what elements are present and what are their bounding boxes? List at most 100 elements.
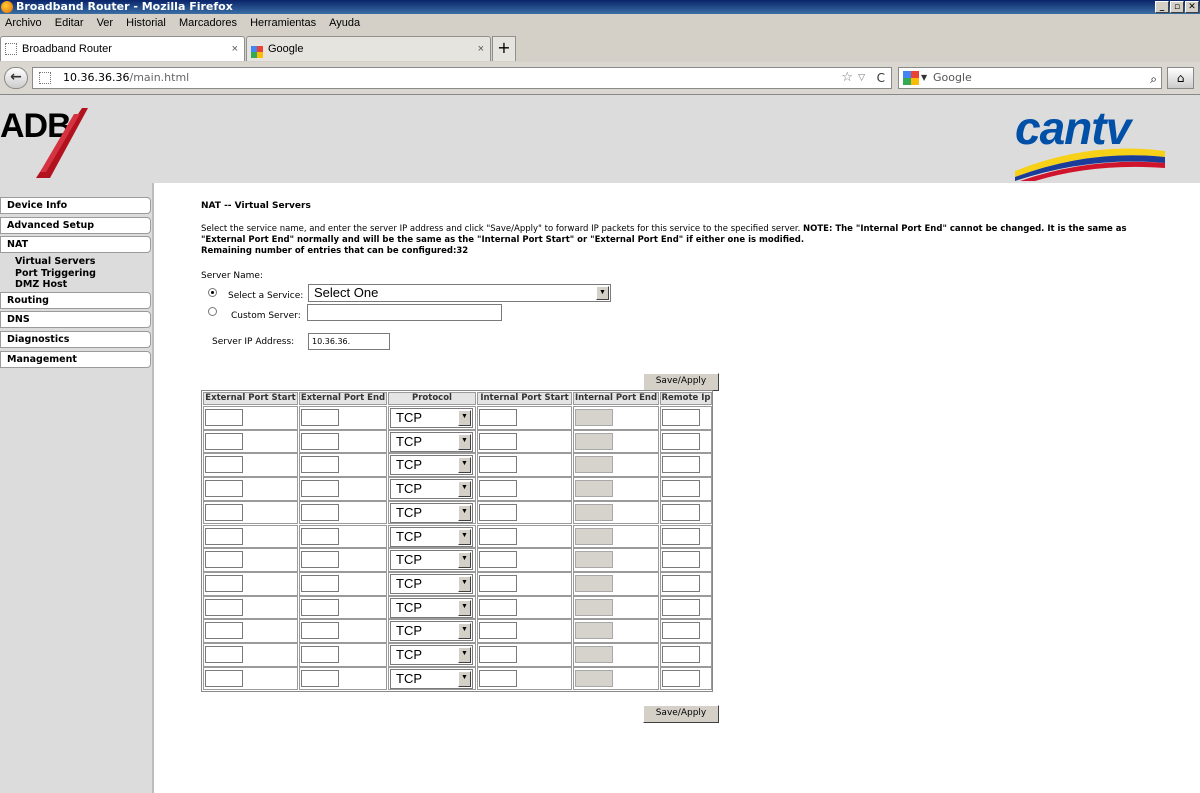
service-select[interactable]: Select One ▼ <box>308 284 611 302</box>
save-apply-button-bottom[interactable]: Save/Apply <box>643 705 719 723</box>
minimize-button[interactable]: _ <box>1155 1 1169 13</box>
remote-ip-input[interactable] <box>662 574 700 592</box>
internal-port-start-input[interactable] <box>479 480 517 498</box>
sidebar-subitem-dmz-host[interactable]: DMZ Host <box>15 279 67 290</box>
url-bar[interactable]: 10.36.36.36/main.html ☆ ▽ C <box>32 67 892 89</box>
home-button[interactable]: ⌂ <box>1167 67 1194 89</box>
external-port-end-input[interactable] <box>301 598 339 616</box>
search-engine-dropdown-icon[interactable]: ▼ <box>921 68 927 88</box>
search-icon[interactable]: ⌕ <box>1150 69 1157 89</box>
external-port-end-input[interactable] <box>301 646 339 663</box>
protocol-select[interactable]: TCP ▼ <box>390 573 473 594</box>
external-port-end-input[interactable] <box>301 503 339 521</box>
sidebar-item-device-info[interactable]: Device Info <box>0 197 151 214</box>
remote-ip-input[interactable] <box>662 432 700 450</box>
protocol-select[interactable]: TCP ▼ <box>390 408 473 428</box>
external-port-end-input[interactable] <box>301 527 339 545</box>
custom-server-radio[interactable] <box>208 307 217 316</box>
external-port-start-input[interactable] <box>205 669 243 687</box>
remote-ip-input[interactable] <box>662 480 700 498</box>
bookmark-star-icon[interactable]: ☆ <box>841 68 853 88</box>
menu-archivo[interactable]: Archivo <box>0 14 47 33</box>
protocol-select[interactable]: TCP ▼ <box>390 645 473 665</box>
remote-ip-input[interactable] <box>662 551 700 569</box>
internal-port-start-input[interactable] <box>479 598 517 616</box>
menu-historial[interactable]: Historial <box>121 14 171 33</box>
external-port-start-input[interactable] <box>205 574 243 592</box>
external-port-end-input[interactable] <box>301 432 339 450</box>
remote-ip-input[interactable] <box>662 598 700 616</box>
external-port-end-input[interactable] <box>301 574 339 592</box>
protocol-select[interactable]: TCP ▼ <box>390 479 473 500</box>
menu-editar[interactable]: Editar <box>50 14 89 33</box>
menu-herramientas[interactable]: Herramientas <box>245 14 321 33</box>
external-port-start-input[interactable] <box>205 503 243 521</box>
external-port-start-input[interactable] <box>205 622 243 640</box>
external-port-start-input[interactable] <box>205 409 243 426</box>
reload-icon[interactable]: C <box>877 68 885 88</box>
internal-port-start-input[interactable] <box>479 432 517 450</box>
external-port-end-input[interactable] <box>301 409 339 426</box>
close-window-button[interactable]: ✕ <box>1185 1 1199 13</box>
protocol-select[interactable]: TCP ▼ <box>390 502 473 523</box>
internal-port-start-input[interactable] <box>479 456 517 474</box>
select-service-radio[interactable] <box>208 288 217 297</box>
history-dropdown-icon[interactable]: ▽ <box>858 68 865 88</box>
remote-ip-input[interactable] <box>662 503 700 521</box>
external-port-start-input[interactable] <box>205 527 243 545</box>
external-port-start-input[interactable] <box>205 551 243 569</box>
sidebar-item-nat[interactable]: NAT <box>0 236 151 253</box>
internal-port-start-input[interactable] <box>479 622 517 640</box>
sidebar-item-advanced-setup[interactable]: Advanced Setup <box>0 217 151 234</box>
sidebar-item-management[interactable]: Management <box>0 351 151 368</box>
internal-port-start-input[interactable] <box>479 503 517 521</box>
tab-broadband-router[interactable]: Broadband Router × <box>0 36 245 61</box>
internal-port-start-input[interactable] <box>479 409 517 426</box>
external-port-start-input[interactable] <box>205 646 243 663</box>
external-port-start-input[interactable] <box>205 480 243 498</box>
new-tab-button[interactable]: + <box>492 36 516 61</box>
external-port-start-input[interactable] <box>205 432 243 450</box>
remote-ip-input[interactable] <box>662 409 700 426</box>
external-port-end-input[interactable] <box>301 669 339 687</box>
sidebar-item-diagnostics[interactable]: Diagnostics <box>0 331 151 348</box>
internal-port-start-input[interactable] <box>479 551 517 569</box>
server-ip-input[interactable]: 10.36.36. <box>308 333 390 350</box>
remote-ip-input[interactable] <box>662 456 700 474</box>
custom-server-input[interactable] <box>307 304 502 321</box>
protocol-select[interactable]: TCP ▼ <box>390 621 473 642</box>
sidebar-item-routing[interactable]: Routing <box>0 292 151 309</box>
save-apply-button-top[interactable]: Save/Apply <box>643 373 719 391</box>
protocol-select[interactable]: TCP ▼ <box>390 455 473 476</box>
back-button[interactable]: ← <box>4 67 28 89</box>
external-port-end-input[interactable] <box>301 622 339 640</box>
remote-ip-input[interactable] <box>662 669 700 687</box>
remote-ip-input[interactable] <box>662 646 700 663</box>
external-port-start-input[interactable] <box>205 456 243 474</box>
external-port-start-input[interactable] <box>205 598 243 616</box>
internal-port-start-input[interactable] <box>479 527 517 545</box>
menu-marcadores[interactable]: Marcadores <box>174 14 242 33</box>
menu-ayuda[interactable]: Ayuda <box>324 14 365 33</box>
internal-port-start-input[interactable] <box>479 669 517 687</box>
remote-ip-input[interactable] <box>662 527 700 545</box>
protocol-select[interactable]: TCP ▼ <box>390 431 473 452</box>
sidebar-subitem-virtual-servers[interactable]: Virtual Servers <box>15 256 95 267</box>
protocol-select[interactable]: TCP ▼ <box>390 526 473 547</box>
remote-ip-input[interactable] <box>662 622 700 640</box>
internal-port-start-input[interactable] <box>479 646 517 663</box>
protocol-select[interactable]: TCP ▼ <box>390 597 473 618</box>
tab-close-icon[interactable]: × <box>232 37 238 61</box>
sidebar-item-dns[interactable]: DNS <box>0 311 151 328</box>
tab-google[interactable]: Google × <box>246 36 491 61</box>
protocol-select[interactable]: TCP ▼ <box>390 668 473 689</box>
tab-close-icon[interactable]: × <box>478 37 484 61</box>
menu-ver[interactable]: Ver <box>92 14 119 33</box>
search-bar[interactable]: ▼ Google ⌕ <box>898 67 1162 89</box>
google-icon[interactable] <box>903 71 919 85</box>
protocol-select[interactable]: TCP ▼ <box>390 550 473 571</box>
maximize-button[interactable]: ▫ <box>1170 1 1184 13</box>
external-port-end-input[interactable] <box>301 480 339 498</box>
internal-port-start-input[interactable] <box>479 574 517 592</box>
external-port-end-input[interactable] <box>301 456 339 474</box>
